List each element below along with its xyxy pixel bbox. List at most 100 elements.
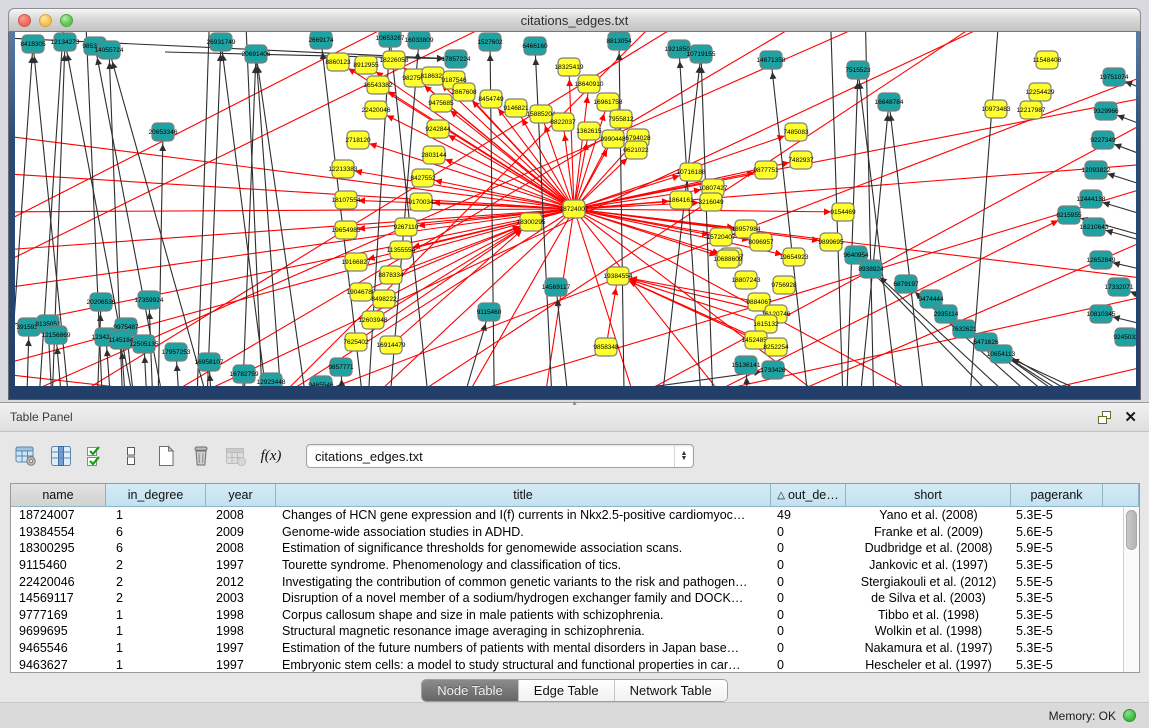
graph-node-9115460[interactable]: 9115460 xyxy=(477,303,502,321)
graph-node-3216049[interactable]: 3216049 xyxy=(698,193,724,211)
graph-node-16543382[interactable]: 16543382 xyxy=(364,76,393,94)
graph-node-19654923[interactable]: 19654923 xyxy=(780,248,809,266)
graph-node-9857771[interactable]: 9857771 xyxy=(328,358,354,376)
graph-node-7515523[interactable]: 7515523 xyxy=(845,61,871,79)
graph-node-1864161[interactable]: 1864161 xyxy=(668,191,694,209)
graph-node-9227349[interactable]: 9227349 xyxy=(1090,131,1116,149)
graph-node-16648784[interactable]: 16648784 xyxy=(875,93,904,111)
graph-node-12505135[interactable]: 12505135 xyxy=(130,335,159,353)
graph-node-15720407[interactable]: 15720407 xyxy=(707,228,736,246)
graph-node-14055724[interactable]: 14055724 xyxy=(95,41,124,59)
graph-node-1615132[interactable]: 1615132 xyxy=(753,315,779,333)
graph-node-9899695[interactable]: 9899695 xyxy=(818,233,844,251)
table-row[interactable]: 969969511998Structural magnetic resonanc… xyxy=(11,623,1139,640)
graph-node-20653346[interactable]: 20653346 xyxy=(149,123,178,141)
graph-node-8498222[interactable]: 8498222 xyxy=(371,290,397,308)
graph-node-16033809[interactable]: 16033809 xyxy=(405,32,434,49)
graph-node-20206536[interactable]: 20206536 xyxy=(87,293,116,311)
table-row[interactable]: 2242004622012Investigating the contribut… xyxy=(11,573,1139,590)
vertical-scrollbar[interactable] xyxy=(1123,507,1139,672)
graph-node-7482937[interactable]: 7482937 xyxy=(788,151,814,169)
graph-node-10810345[interactable]: 10810345 xyxy=(1087,305,1116,323)
graph-node-12652849[interactable]: 12652849 xyxy=(1087,251,1116,269)
select-all-icon[interactable] xyxy=(84,444,108,468)
graph-node-9242844[interactable]: 9242844 xyxy=(425,120,451,138)
table-row[interactable]: 946554611997Estimation of the future num… xyxy=(11,640,1139,657)
graph-node-17332071[interactable]: 17332071 xyxy=(1105,278,1134,296)
graph-node-8878334[interactable]: 8878334 xyxy=(378,266,404,284)
column-header-year[interactable]: year xyxy=(206,484,276,507)
function-builder-icon[interactable]: f(x) xyxy=(259,444,283,468)
graph-node-8454749[interactable]: 8454749 xyxy=(478,90,504,108)
graph-node-9756928[interactable]: 9756928 xyxy=(771,276,797,294)
graph-node-9475685[interactable]: 9475685 xyxy=(428,94,454,112)
graph-node-2669174[interactable]: 2669174 xyxy=(308,32,334,49)
table-row[interactable]: 1872400712008Changes of HCN gene express… xyxy=(11,507,1139,524)
graph-node-18300295[interactable]: 18300295 xyxy=(517,213,546,231)
table-select-dropdown[interactable]: citations_edges.txt ▲▼ xyxy=(306,444,694,468)
graph-node-19751074[interactable]: 19751074 xyxy=(1100,68,1129,86)
rows-icon[interactable] xyxy=(119,444,143,468)
graph-node-14569117[interactable]: 14569117 xyxy=(542,278,571,296)
graph-node-22420046[interactable]: 22420046 xyxy=(362,101,391,119)
graph-node-9146821[interactable]: 9146821 xyxy=(503,99,529,117)
graph-node-8822037[interactable]: 8822037 xyxy=(550,113,576,131)
graph-node-11548408[interactable]: 11548408 xyxy=(1033,51,1062,69)
graph-node-16961758[interactable]: 16961758 xyxy=(594,93,623,111)
column-header-short[interactable]: short xyxy=(846,484,1011,507)
graph-node-8427552[interactable]: 8427552 xyxy=(410,169,436,187)
graph-node-26931749[interactable]: 26931749 xyxy=(207,33,236,51)
graph-node-15136141[interactable]: 15136141 xyxy=(732,356,761,374)
graph-node-8860123[interactable]: 8860123 xyxy=(325,53,351,71)
graph-node-18807243[interactable]: 18807243 xyxy=(732,271,761,289)
graph-node-19654985[interactable]: 19654985 xyxy=(332,221,361,239)
graph-node-10973483[interactable]: 10973483 xyxy=(982,100,1011,118)
table-row[interactable]: 946362711997Embryonic stem cells: a mode… xyxy=(11,656,1139,673)
graph-node-9329966[interactable]: 9329966 xyxy=(1093,102,1119,120)
delete-table-icon[interactable] xyxy=(224,444,248,468)
graph-node-1733426[interactable]: 1733426 xyxy=(760,361,786,379)
graph-node-18107554[interactable]: 18107554 xyxy=(332,191,361,209)
graph-node-8938924[interactable]: 8938924 xyxy=(858,260,884,278)
graph-node-7632621[interactable]: 7632621 xyxy=(951,320,977,338)
tab-edge-table[interactable]: Edge Table xyxy=(519,680,615,701)
graph-node-9170034[interactable]: 9170034 xyxy=(408,193,434,211)
graph-node-8096957[interactable]: 8096957 xyxy=(748,233,774,251)
graph-node-6466160[interactable]: 6466160 xyxy=(522,37,548,55)
graph-node-6879197[interactable]: 6879197 xyxy=(893,275,919,293)
network-canvas[interactable]: 8418305121342739853180140557242693174920… xyxy=(15,32,1136,386)
graph-node-17957253[interactable]: 17957253 xyxy=(162,343,191,361)
graph-node-9621022[interactable]: 9621022 xyxy=(623,141,649,159)
table-row[interactable]: 911546021997Tourette syndrome. Phenomeno… xyxy=(11,557,1139,574)
column-header-out-de-[interactable]: △out_de… xyxy=(771,484,846,507)
panel-splitter-handle[interactable]: ▴ xyxy=(571,400,579,406)
graph-node-2867608[interactable]: 2867608 xyxy=(451,83,477,101)
graph-node-12217987[interactable]: 12217987 xyxy=(1017,101,1046,119)
graph-node-19384554[interactable]: 19384554 xyxy=(604,267,633,285)
scrollbar-thumb[interactable] xyxy=(1126,510,1137,550)
graph-node-9877751[interactable]: 9877751 xyxy=(753,161,779,179)
graph-node-8813054[interactable]: 8813054 xyxy=(606,32,632,50)
graph-node-10719155[interactable]: 10719155 xyxy=(687,45,716,63)
graph-node-10654113[interactable]: 10654113 xyxy=(987,345,1016,363)
graph-node-8215955[interactable]: 8215955 xyxy=(1056,206,1082,224)
column-header-in-degree[interactable]: in_degree xyxy=(106,484,206,507)
graph-node-9990448[interactable]: 9990448 xyxy=(600,130,626,148)
graph-node-16914479[interactable]: 16914479 xyxy=(377,336,406,354)
graph-node-9858348[interactable]: 9858348 xyxy=(593,338,619,356)
close-panel-icon[interactable]: ✕ xyxy=(1124,410,1137,425)
tab-node-table[interactable]: Node Table xyxy=(422,680,519,701)
graph-node-18724007[interactable]: 18724007 xyxy=(560,200,589,218)
graph-node-7625402[interactable]: 7625402 xyxy=(343,333,369,351)
graph-node-9154469[interactable]: 9154469 xyxy=(830,203,856,221)
column-header-title[interactable]: title xyxy=(276,484,771,507)
graph-node-8418305[interactable]: 8418305 xyxy=(20,35,46,53)
new-column-icon[interactable] xyxy=(154,444,178,468)
float-window-icon[interactable] xyxy=(1098,411,1112,424)
graph-node-10716188[interactable]: 10716188 xyxy=(677,163,706,181)
graph-node-12444138[interactable]: 12444138 xyxy=(1077,190,1106,208)
graph-node-18325419[interactable]: 18325419 xyxy=(555,58,584,76)
graph-node-19166827[interactable]: 19166827 xyxy=(342,253,371,271)
graph-node-7955812[interactable]: 7955812 xyxy=(608,110,634,128)
graph-node-8252254[interactable]: 8252254 xyxy=(763,338,789,356)
